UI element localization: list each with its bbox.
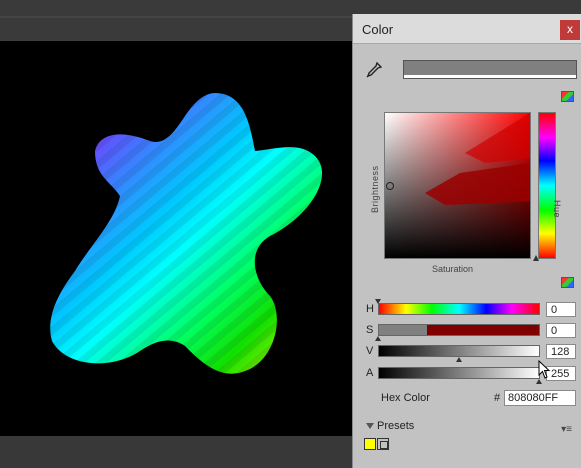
mouse-cursor-icon: [538, 360, 551, 379]
current-color-preview: [403, 60, 577, 79]
scene-viewport[interactable]: [0, 41, 352, 468]
saturation-label: Saturation: [432, 264, 474, 274]
color-window: Color x Brightness Saturation Hue H 0 S …: [352, 14, 581, 468]
alpha-preview-strip: [404, 75, 576, 78]
window-title: Color: [362, 22, 394, 37]
h-label: H: [366, 303, 374, 315]
v-slider[interactable]: [378, 345, 540, 357]
brightness-label: Brightness: [370, 165, 380, 213]
hue-label: Hue: [552, 200, 562, 219]
a-label: A: [366, 367, 374, 379]
a-slider[interactable]: [378, 367, 540, 379]
s-label: S: [366, 324, 374, 336]
s-slider[interactable]: [378, 324, 540, 336]
hex-color-field[interactable]: 808080FF: [504, 390, 576, 406]
slider-mode-icon[interactable]: [561, 277, 574, 288]
bottom-bar: [0, 436, 352, 468]
s-value-field[interactable]: 0: [546, 323, 576, 338]
eyedropper-icon[interactable]: [366, 62, 382, 78]
close-button[interactable]: x: [560, 20, 580, 40]
saturation-brightness-field[interactable]: [384, 112, 531, 259]
presets-menu-icon[interactable]: ▾≡: [561, 424, 572, 435]
blob-shape: [50, 93, 323, 374]
presets-label[interactable]: Presets: [377, 420, 414, 432]
v-label: V: [366, 345, 374, 357]
preset-swatch-yellow[interactable]: [364, 438, 376, 450]
window-titlebar[interactable]: Color x: [353, 14, 581, 44]
presets-foldout-icon[interactable]: [366, 423, 374, 429]
s-slider-thumb[interactable]: [375, 336, 381, 341]
hue-marker-left[interactable]: [533, 255, 539, 261]
sv-cursor[interactable]: [386, 182, 394, 190]
h-slider[interactable]: [378, 303, 540, 315]
color-palette-icon[interactable]: [561, 91, 574, 102]
sv-gradient: [385, 113, 530, 258]
hex-hash: #: [494, 392, 501, 404]
toolbar-divider: [0, 16, 352, 18]
hue-strip[interactable]: [538, 112, 556, 259]
h-value-field[interactable]: 0: [546, 302, 576, 317]
h-slider-thumb[interactable]: [375, 299, 381, 304]
add-preset-button[interactable]: [377, 438, 389, 450]
add-preset-icon: [380, 441, 388, 449]
hex-color-label: Hex Color: [381, 392, 430, 404]
v-value-field[interactable]: 128: [546, 344, 576, 359]
v-slider-thumb[interactable]: [456, 357, 462, 362]
